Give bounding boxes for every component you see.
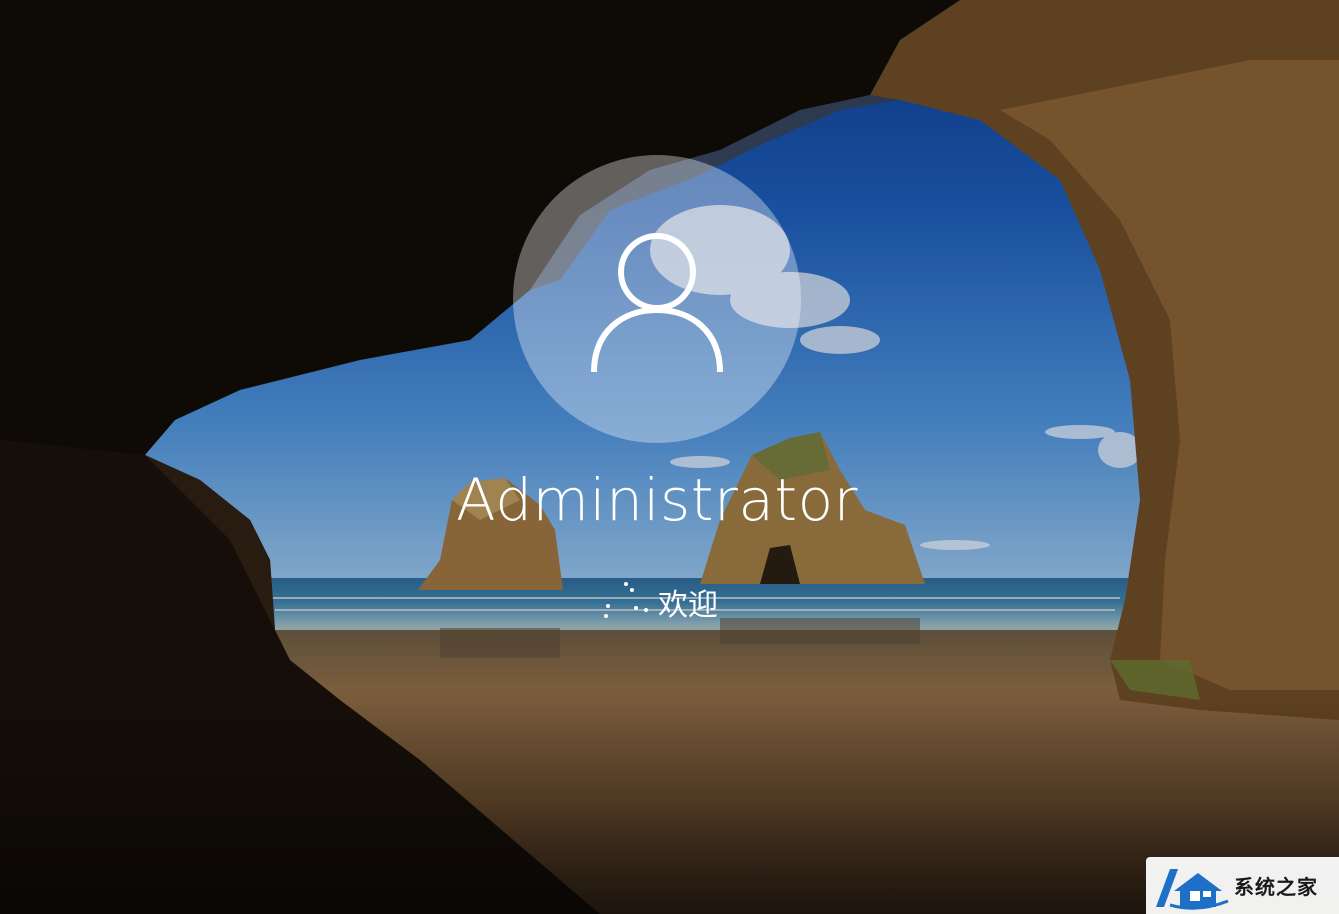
house-logo-icon bbox=[1156, 868, 1229, 910]
user-avatar[interactable] bbox=[513, 155, 801, 443]
watermark-text: 系统之家 bbox=[1234, 875, 1318, 899]
lock-screen: Administrator 欢迎 系统之家 bbox=[0, 0, 1339, 914]
site-watermark: 系统之家 bbox=[1146, 857, 1339, 914]
user-icon bbox=[591, 233, 723, 373]
login-status: 欢迎 bbox=[0, 580, 1320, 624]
status-text: 欢迎 bbox=[658, 588, 718, 623]
loading-dots-icon bbox=[602, 582, 652, 622]
wallpaper-scene bbox=[0, 0, 1339, 914]
username-label: Administrator bbox=[456, 466, 858, 534]
